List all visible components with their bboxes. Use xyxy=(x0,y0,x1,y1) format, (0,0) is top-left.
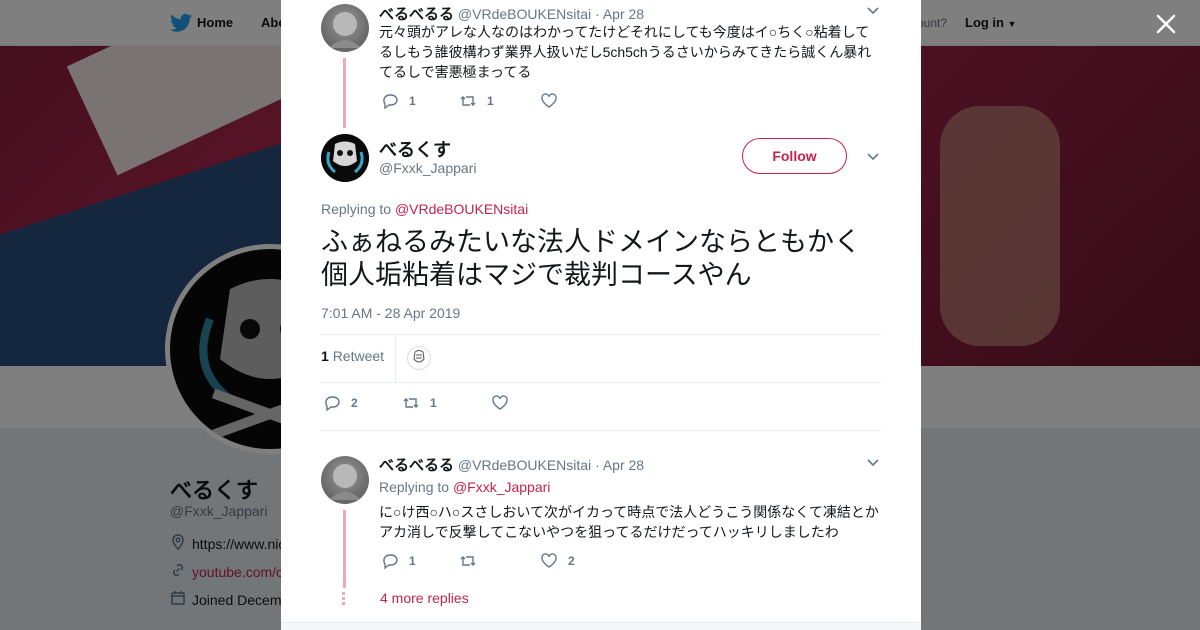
retweet-icon xyxy=(460,556,476,566)
parent-tweet-date[interactable]: Apr 28 xyxy=(603,6,644,22)
chevron-down-icon[interactable] xyxy=(866,150,880,164)
chevron-down-icon[interactable] xyxy=(866,456,880,470)
reply-tweet-header: べるべるる @VRdeBOUKENsitai · Apr 28 xyxy=(379,457,645,474)
reply-button[interactable]: 2 xyxy=(323,394,402,412)
reply-tweet-text: に○け西○ハ○スさしおいて次がイカって時点で法人どうこう関係なくて凍結とかアカ消… xyxy=(379,504,879,540)
reply-button[interactable]: 1 xyxy=(381,552,459,570)
retweet-stat-label: Retweet xyxy=(332,348,385,364)
parent-tweet-actions: 1 1 xyxy=(381,92,568,110)
thread-connector-line xyxy=(343,58,346,128)
retweet-count: 1 xyxy=(430,396,437,410)
chevron-down-icon[interactable] xyxy=(866,4,880,18)
retweet-count: 1 xyxy=(487,94,494,108)
reply-count: 1 xyxy=(409,554,416,568)
like-count: 2 xyxy=(568,554,575,568)
reply-icon xyxy=(383,554,398,570)
parent-tweet-name[interactable]: べるべるる xyxy=(379,6,454,23)
retweet-button[interactable]: 1 xyxy=(402,394,491,412)
reply-replying-to: Replying to @Fxxk_Jappari xyxy=(379,479,550,495)
main-tweet-avatar[interactable] xyxy=(321,134,369,182)
stats-separator xyxy=(395,335,396,382)
reply-icon xyxy=(383,94,398,110)
replying-to-prefix: Replying to xyxy=(321,201,392,217)
main-tweet-text: ふぁねるみたいな法人ドメインならともかく個人垢粘着はマジで裁判コースやん xyxy=(321,227,861,290)
main-tweet-timestamp[interactable]: 7:01 AM - 28 Apr 2019 xyxy=(321,305,460,321)
reply-tweet-name[interactable]: べるべるる xyxy=(379,457,454,474)
like-button[interactable] xyxy=(491,394,519,412)
modal-bottom-bar xyxy=(281,622,921,630)
parent-tweet-text: 元々頭がアレな人なのはわかってたけどそれにしても今度はイ○ちく○粘着してるしもう… xyxy=(379,24,872,80)
reply-tweet-actions: 1 2 xyxy=(381,552,575,570)
tweet-permalink-modal: べるべるる @VRdeBOUKENsitai · Apr 28 元々頭がアレな人… xyxy=(281,0,921,630)
main-replying-to: Replying to @VRdeBOUKENsitai xyxy=(321,201,528,217)
like-button[interactable]: 2 xyxy=(540,552,575,570)
retweeter-avatar[interactable] xyxy=(407,346,431,370)
heart-icon xyxy=(492,395,508,410)
heart-icon xyxy=(541,93,557,108)
close-icon[interactable] xyxy=(1152,10,1180,38)
main-tweet-name[interactable]: べるくす xyxy=(379,136,451,162)
follow-button[interactable]: Follow xyxy=(742,138,847,174)
retweet-icon xyxy=(460,96,476,106)
replying-to-prefix: Replying to xyxy=(379,479,450,495)
reply-count: 2 xyxy=(351,396,358,410)
reply-tweet-handle[interactable]: @VRdeBOUKENsitai xyxy=(458,457,591,473)
reply-tweet-date[interactable]: Apr 28 xyxy=(603,457,644,473)
divider xyxy=(321,430,881,431)
divider xyxy=(321,382,881,383)
retweet-stats[interactable]: 1 Retweet xyxy=(321,348,384,364)
reply-icon xyxy=(325,396,340,412)
like-button[interactable] xyxy=(540,92,568,110)
retweet-button[interactable] xyxy=(459,552,540,570)
main-tweet-actions: 2 1 xyxy=(323,394,519,412)
retweet-button[interactable]: 1 xyxy=(459,92,540,110)
parent-tweet-header: べるべるる @VRdeBOUKENsitai · Apr 28 xyxy=(379,6,645,23)
main-tweet-handle[interactable]: @Fxxk_Jappari xyxy=(379,160,476,176)
more-replies-link[interactable]: 4 more replies xyxy=(380,590,469,606)
reply-count: 1 xyxy=(409,94,416,108)
reply-button[interactable]: 1 xyxy=(381,92,459,110)
thread-connector-line xyxy=(343,510,346,588)
parent-tweet-avatar[interactable] xyxy=(321,4,369,52)
divider xyxy=(321,334,881,335)
thread-more-dots xyxy=(342,592,345,607)
retweet-icon xyxy=(403,398,419,408)
retweet-stat-count: 1 xyxy=(321,348,329,364)
reply-tweet-avatar[interactable] xyxy=(321,456,369,504)
parent-tweet-handle[interactable]: @VRdeBOUKENsitai xyxy=(458,6,591,22)
heart-icon xyxy=(541,553,557,568)
replying-to-link[interactable]: @VRdeBOUKENsitai xyxy=(395,201,528,217)
replying-to-link[interactable]: @Fxxk_Jappari xyxy=(453,479,550,495)
